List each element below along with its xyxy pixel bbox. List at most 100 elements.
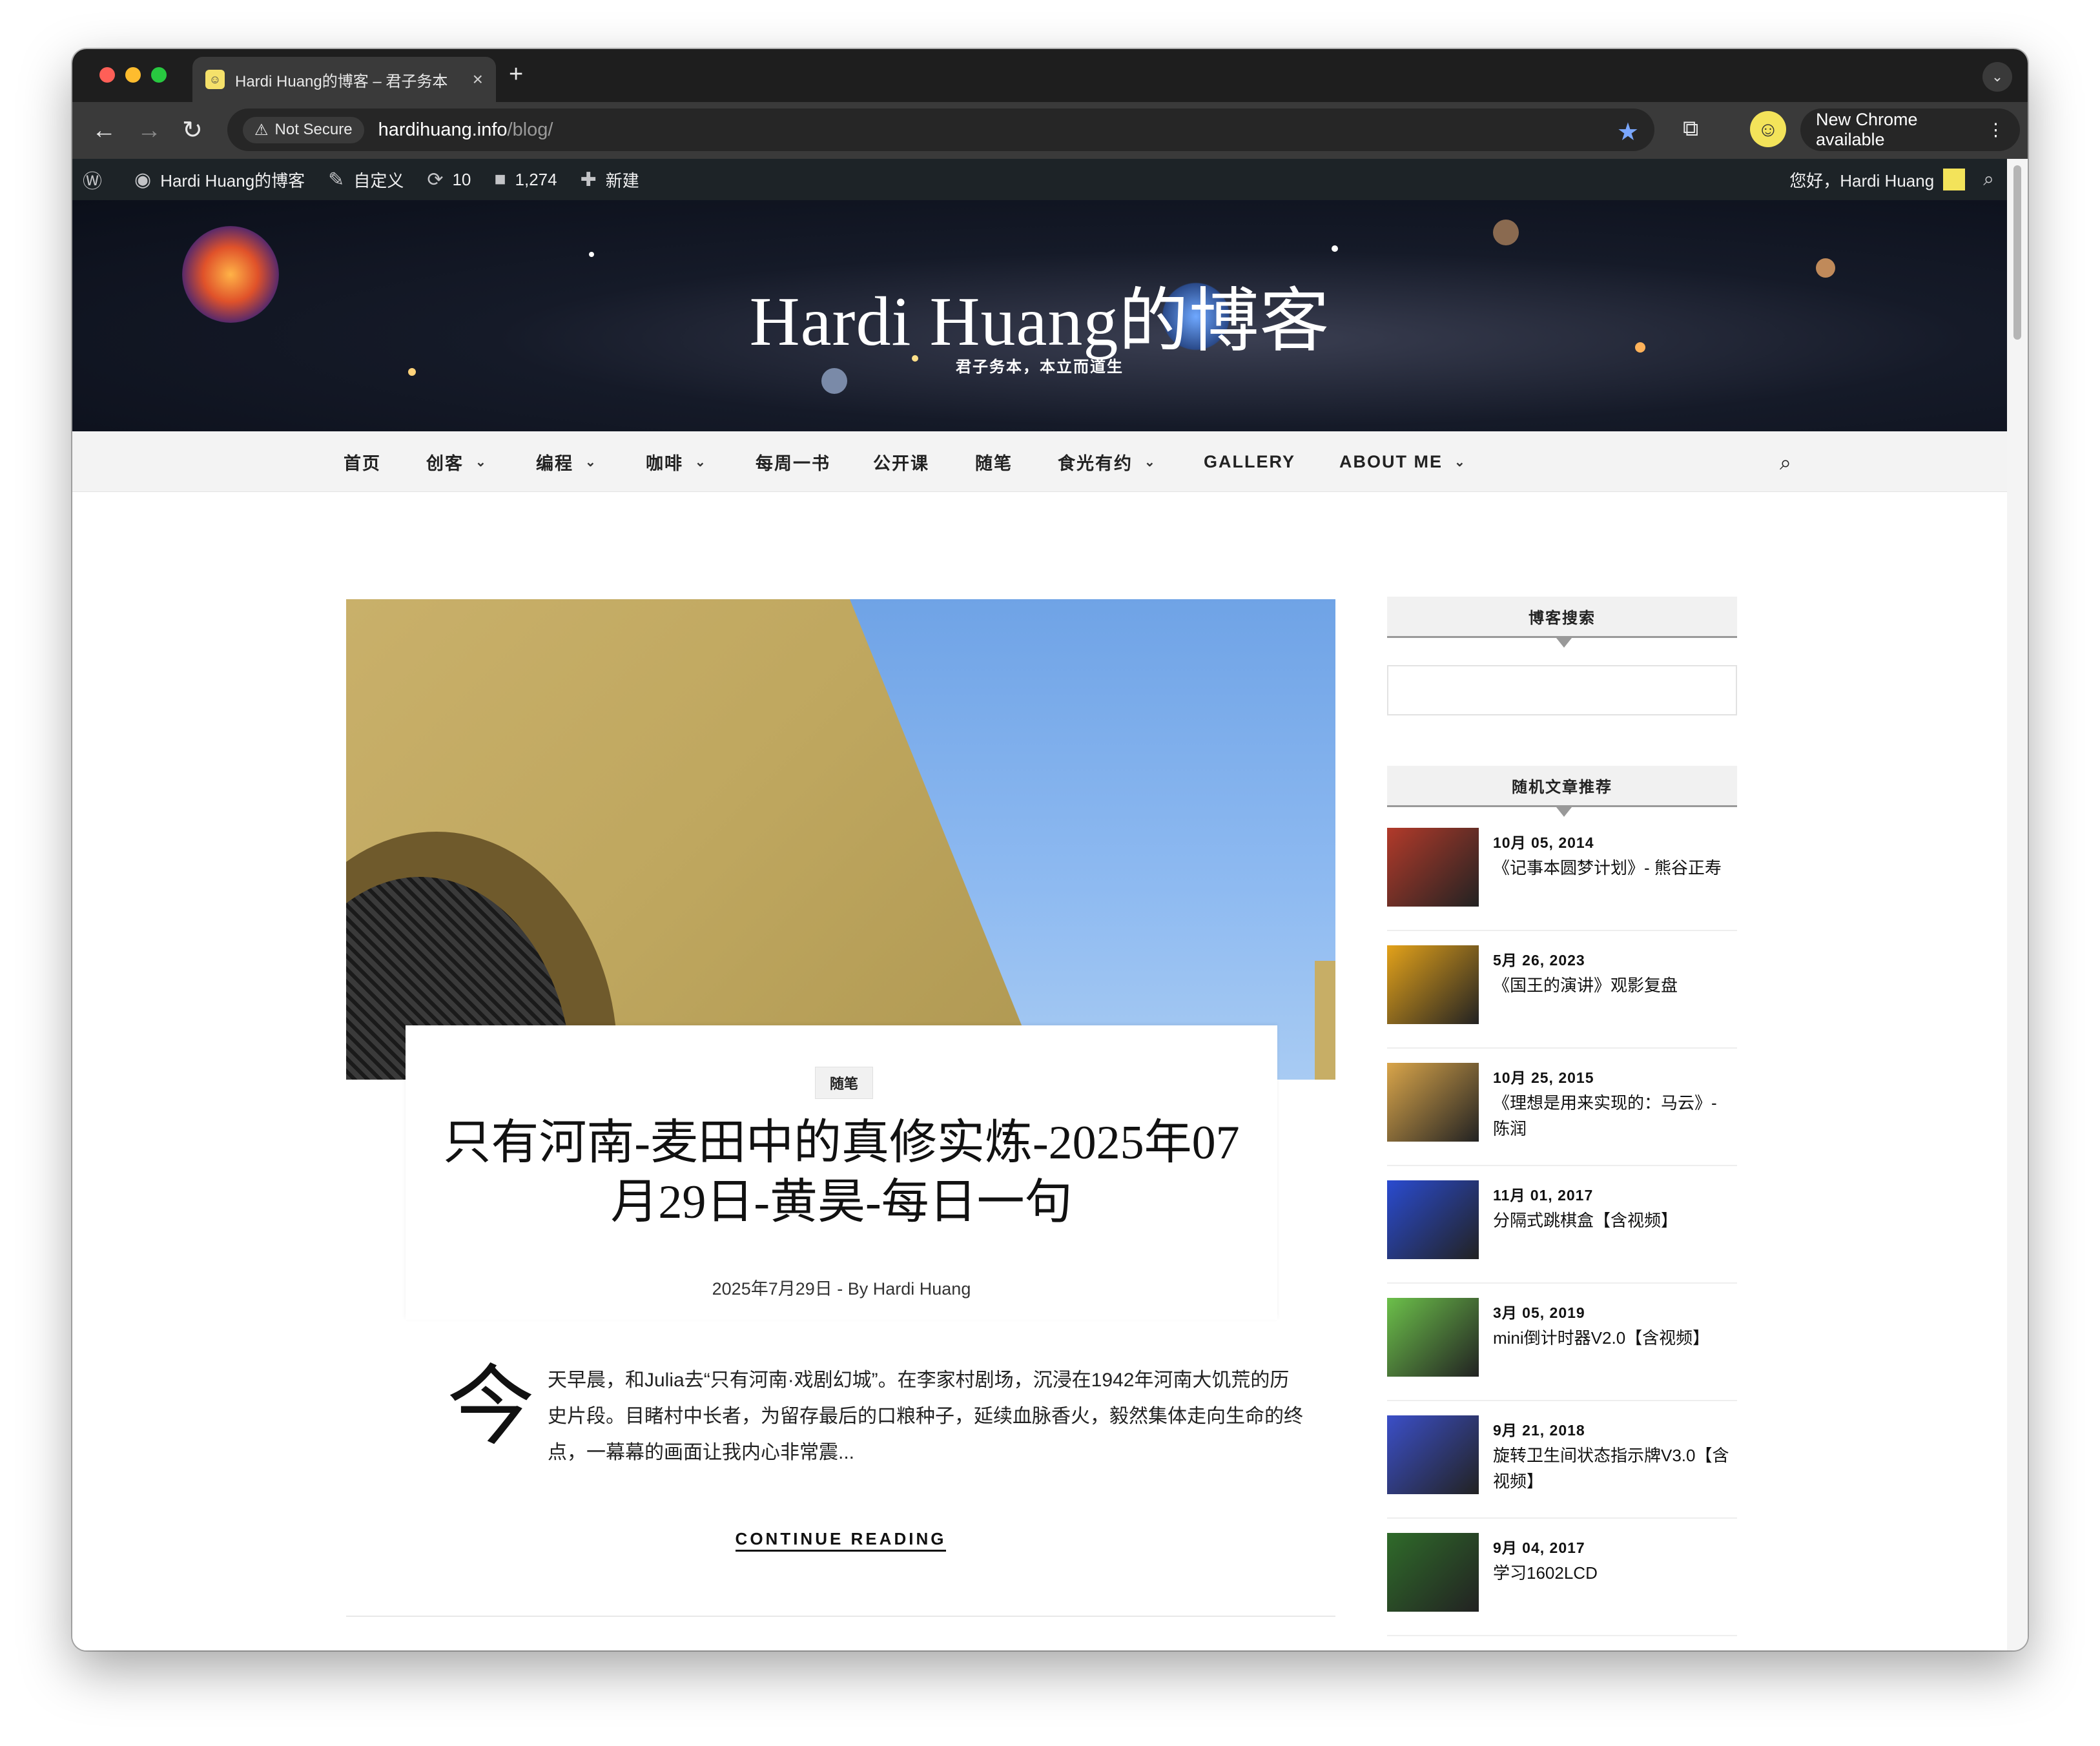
post-category-badge[interactable]: 随笔 — [815, 1067, 874, 1099]
post-featured-image[interactable] — [346, 599, 1335, 1080]
post-divider — [346, 1616, 1335, 1617]
admin-avatar[interactable] — [1943, 169, 1966, 190]
admin-search-icon[interactable]: ⌕ — [1983, 169, 1994, 190]
random-post-thumbnail[interactable] — [1387, 1298, 1479, 1377]
tab-search-button[interactable]: ⌄ — [1982, 62, 2012, 92]
post-card: 随笔 只有河南-麦田中的真修实炼-2025年07 月29日-黄昊-每日一句 20… — [406, 1025, 1277, 1320]
post-meta: 2025年7月29日 - By Hardi Huang — [712, 1279, 971, 1299]
random-post-date: 3月 05, 2019 — [1493, 1304, 1585, 1321]
random-post-date: 9月 21, 2018 — [1493, 1422, 1585, 1439]
nav-item-coffee[interactable]: 咖啡 ⌄ — [646, 431, 707, 492]
random-post-item[interactable]: 9月 21, 2018 旋转卫生间状态指示牌V3.0【含视频】 — [1387, 1401, 1737, 1519]
random-post-date: 11月 01, 2017 — [1493, 1187, 1594, 1204]
browser-toolbar: ← → ↻ ⚠ Not Secure hardihuang.info/blog/… — [72, 102, 2028, 159]
nav-item-gallery[interactable]: GALLERY — [1204, 431, 1295, 492]
chevron-down-icon: ⌄ — [695, 455, 707, 469]
admin-greeting[interactable]: 您好，Hardi Huang — [1789, 168, 1934, 192]
random-post-title[interactable]: 《国王的演讲》观影复盘 — [1493, 972, 1736, 998]
admin-site-link[interactable]: ◉ Hardi Huang的博客 — [134, 168, 305, 192]
nav-item-food[interactable]: 食光有约 ⌄ — [1058, 431, 1157, 492]
continue-reading-link[interactable]: CONTINUE READING — [72, 1529, 1609, 1552]
new-tab-button[interactable]: + — [509, 61, 523, 88]
planet-decoration — [1493, 220, 1519, 245]
reload-button[interactable]: ↻ — [182, 115, 203, 146]
random-post-item[interactable]: 4月 14, 2015学习-《企业网站综合布局实 — [1387, 1636, 1737, 1650]
random-post-item[interactable]: 3月 05, 2019 mini倒计时器V2.0【含视频】 — [1387, 1284, 1737, 1401]
not-secure-label: Not Secure — [274, 121, 353, 138]
wall-edge-shape — [1315, 961, 1335, 1080]
random-post-thumbnail[interactable] — [1387, 1063, 1479, 1142]
random-post-title[interactable]: mini倒计时器V2.0【含视频】 — [1493, 1325, 1736, 1351]
wp-admin-bar: Ⓦ ◉ Hardi Huang的博客 ✎ 自定义 ⟳ 10 ■ 1,274 ✚ 新建 您好… — [72, 159, 2007, 200]
random-post-title[interactable]: 《记事本圆梦计划》- 熊谷正寿 — [1493, 855, 1736, 881]
url-path: /blog/ — [507, 119, 553, 140]
random-post-thumbnail[interactable] — [1387, 1533, 1479, 1612]
nav-item-about[interactable]: ABOUT ME ⌄ — [1339, 431, 1467, 492]
dropcap: 今 — [447, 1359, 535, 1456]
random-post-thumbnail[interactable] — [1387, 828, 1479, 907]
admin-updates-link[interactable]: ⟳ 10 — [427, 169, 471, 191]
star-decoration — [1332, 245, 1338, 252]
favicon-icon: ☺ — [205, 70, 225, 89]
dashboard-icon: ◉ — [134, 169, 152, 190]
close-window-button[interactable] — [99, 67, 115, 83]
forward-button[interactable]: → — [137, 115, 161, 146]
post-excerpt: 今 天早晨，和Julia去“只有河南·戏剧幻城”。在李家村剧场，沉浸在1942年… — [447, 1359, 1303, 1463]
random-post-item[interactable]: 9月 04, 2017 学习1602LCD — [1387, 1519, 1737, 1636]
page-content: Hardi Huang的博客 君子务本，本立而道生 首页 创客 ⌄ 编程 ⌄ 咖啡 ⌄… — [72, 200, 2007, 1650]
wordpress-logo-icon[interactable]: Ⓦ — [83, 165, 111, 194]
scrollbar-thumb[interactable] — [2013, 165, 2021, 340]
nav-item-programming[interactable]: 编程 ⌄ — [536, 431, 597, 492]
random-post-item[interactable]: 10月 25, 2015 《理想是用来实现的：马云》- 陈润 — [1387, 1049, 1737, 1166]
random-post-thumbnail[interactable] — [1387, 1180, 1479, 1259]
random-post-title[interactable]: 分隔式跳棋盒【含视频】 — [1493, 1207, 1736, 1233]
random-post-title[interactable]: 学习1602LCD — [1493, 1560, 1736, 1586]
profile-avatar[interactable]: ☺ — [1750, 111, 1786, 147]
sidebar-search-input[interactable] — [1387, 665, 1737, 715]
browser-window: ☺ Hardi Huang的博客 – 君子务本 × + ⌄ ← → ↻ ⚠ No… — [72, 49, 2028, 1650]
menu-dots-icon[interactable]: ⋮ — [1987, 120, 2004, 140]
random-post-date: 10月 25, 2015 — [1493, 1069, 1594, 1086]
updates-icon: ⟳ — [427, 169, 444, 190]
chevron-down-icon: ⌄ — [475, 455, 488, 469]
site-title[interactable]: Hardi Huang的博客 — [72, 265, 2007, 365]
admin-customize-link[interactable]: ✎ 自定义 — [328, 168, 404, 192]
tab-close-button[interactable]: × — [473, 69, 483, 90]
back-button[interactable]: ← — [92, 115, 116, 146]
nav-search-icon[interactable]: ⌕ — [1780, 451, 1791, 475]
random-post-thumbnail[interactable] — [1387, 945, 1479, 1024]
security-chip[interactable]: ⚠ Not Secure — [243, 116, 364, 143]
url-host: hardihuang.info — [378, 119, 508, 140]
nav-item-home[interactable]: 首页 — [344, 431, 381, 492]
main-navigation: 首页 创客 ⌄ 编程 ⌄ 咖啡 ⌄ 每周一书 公开课 随笔 食光有约 ⌄ GALLERY… — [72, 431, 2007, 492]
minimize-window-button[interactable] — [125, 67, 141, 83]
tab-bar: ☺ Hardi Huang的博客 – 君子务本 × + ⌄ — [72, 49, 2028, 102]
browser-tab[interactable]: ☺ Hardi Huang的博客 – 君子务本 × — [192, 57, 496, 102]
nav-item-maker[interactable]: 创客 ⌄ — [426, 431, 488, 492]
admin-new-link[interactable]: ✚ 新建 — [581, 168, 639, 192]
random-post-date: 9月 04, 2017 — [1493, 1539, 1585, 1556]
new-chrome-button[interactable]: New Chrome available ⋮ — [1800, 108, 2020, 151]
bookmark-star-icon[interactable]: ★ — [1617, 118, 1639, 147]
random-post-item[interactable]: 5月 26, 2023 《国王的演讲》观影复盘 — [1387, 931, 1737, 1049]
chevron-down-icon: ⌄ — [1144, 455, 1157, 469]
random-post-title[interactable]: 旋转卫生间状态指示牌V3.0【含视频】 — [1493, 1443, 1736, 1494]
zoom-window-button[interactable] — [151, 67, 167, 83]
plus-icon: ✚ — [580, 169, 597, 190]
page-scrollbar[interactable] — [2007, 159, 2028, 1650]
random-post-title[interactable]: 《理想是用来实现的：马云》- 陈润 — [1493, 1090, 1736, 1142]
new-chrome-label: New Chrome available — [1816, 110, 1918, 149]
admin-comments-link[interactable]: ■ 1,274 — [494, 169, 557, 190]
random-post-item[interactable]: 11月 01, 2017 分隔式跳棋盒【含视频】 — [1387, 1166, 1737, 1284]
nav-item-weekly-book[interactable]: 每周一书 — [756, 431, 830, 492]
nav-item-open-course[interactable]: 公开课 — [873, 431, 929, 492]
nav-item-essays[interactable]: 随笔 — [975, 431, 1013, 492]
post-title[interactable]: 只有河南-麦田中的真修实炼-2025年07 月29日-黄昊-每日一句 — [406, 1113, 1277, 1232]
brush-icon: ✎ — [328, 169, 345, 190]
random-post-thumbnail[interactable] — [1387, 1415, 1479, 1494]
random-post-item[interactable]: 10月 05, 2014 《记事本圆梦计划》- 熊谷正寿 — [1387, 814, 1737, 931]
extensions-icon[interactable]: ⧉ — [1683, 116, 1698, 141]
address-bar[interactable]: ⚠ Not Secure hardihuang.info/blog/ ★ — [227, 108, 1654, 151]
random-post-date: 5月 26, 2023 — [1493, 952, 1585, 969]
chevron-down-icon: ⌄ — [585, 455, 597, 469]
